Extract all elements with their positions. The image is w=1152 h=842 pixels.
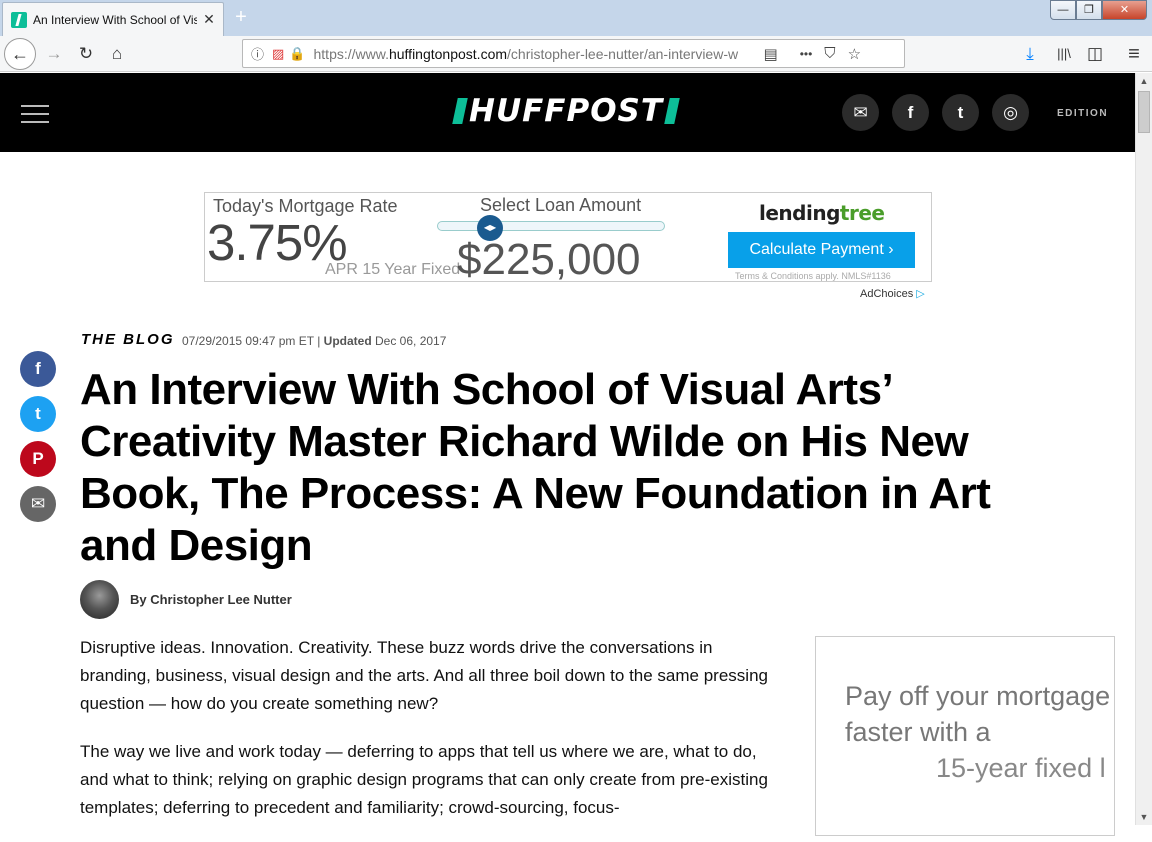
share-sidebar: f t P ✉ <box>20 351 56 531</box>
article-headline: An Interview With School of Visual Arts’… <box>80 365 991 570</box>
article-paragraph: The way we live and work today — deferri… <box>80 742 768 817</box>
tab-close-icon[interactable]: ✕ <box>201 11 217 28</box>
window-controls: — ❐ ✕ <box>1050 0 1147 20</box>
minimize-button[interactable]: — <box>1050 0 1076 20</box>
side-mortgage-ad[interactable]: Pay off your mortgage faster with a 15-y… <box>815 636 1115 836</box>
site-header: HUFFPOST ✉ f t ◎ EDITION <box>0 73 1135 152</box>
url-text[interactable]: https://www.huffingtonpost.com/christoph… <box>314 46 748 62</box>
home-button[interactable]: ⌂ <box>105 42 129 66</box>
tracking-blocked-icon[interactable]: ▨ <box>272 46 284 62</box>
calculate-payment-button[interactable]: Calculate Payment › <box>728 232 915 268</box>
author-avatar[interactable] <box>80 580 119 619</box>
ad-terms: Terms & Conditions apply. NMLS#1136 <box>735 271 891 281</box>
scroll-up-arrow-icon[interactable]: ▲ <box>1136 73 1152 89</box>
huffpost-favicon-icon <box>11 11 27 28</box>
adchoices-link[interactable]: AdChoices ▷ <box>860 287 925 300</box>
author-byline[interactable]: By Christopher Lee Nutter <box>130 592 292 607</box>
url-bar[interactable]: ⓘ ▨ 🔒 https://www.huffingtonpost.com/chr… <box>242 39 905 68</box>
browser-tab[interactable]: An Interview With School of Visual Arts … <box>2 2 224 36</box>
library-icon[interactable]: |||\ <box>1052 42 1076 66</box>
edition-selector[interactable]: EDITION <box>1057 108 1108 119</box>
reload-button[interactable]: ↻ <box>74 42 98 66</box>
maximize-button[interactable]: ❐ <box>1076 0 1102 20</box>
new-tab-button[interactable]: + <box>230 6 252 28</box>
page-actions-icon[interactable]: ••• <box>800 47 813 61</box>
forward-button[interactable]: → <box>42 42 66 66</box>
article-paragraph: Disruptive ideas. Innovation. Creativity… <box>80 638 768 713</box>
pocket-icon[interactable]: ⛉ <box>824 45 835 62</box>
share-facebook-icon[interactable]: f <box>20 351 56 387</box>
sidebar-icon[interactable]: ◫ <box>1083 42 1107 66</box>
lendingtree-logo: lendingtree <box>759 201 885 225</box>
bookmark-star-icon[interactable]: ☆ <box>848 45 861 63</box>
page-scrollbar[interactable]: ▲ ▼ <box>1135 73 1152 825</box>
article-body: Disruptive ideas. Innovation. Creativity… <box>80 634 780 842</box>
ad-loan-label: Select Loan Amount <box>480 195 642 215</box>
side-ad-line: Pay off your mortgage <box>845 681 1111 711</box>
article-date: 07/29/2015 09:47 pm ET | Updated Dec 06,… <box>182 334 447 348</box>
instagram-icon[interactable]: ◎ <box>992 94 1029 131</box>
scroll-thumb[interactable] <box>1138 91 1150 133</box>
browser-nav-bar: ← → ↻ ⌂ ⓘ ▨ 🔒 https://www.huffingtonpost… <box>0 36 1152 72</box>
share-twitter-icon[interactable]: t <box>20 396 56 432</box>
side-ad-line: faster with a <box>845 717 991 747</box>
site-info-icon[interactable]: ⓘ <box>251 44 264 63</box>
facebook-icon[interactable]: f <box>892 94 929 131</box>
scroll-down-arrow-icon[interactable]: ▼ <box>1136 809 1152 825</box>
huffpost-logo[interactable]: HUFFPOST <box>452 93 680 129</box>
share-pinterest-icon[interactable]: P <box>20 441 56 477</box>
adchoices-icon: ▷ <box>916 288 925 300</box>
tab-title: An Interview With School of Visual Arts <box>33 12 197 27</box>
reader-view-icon[interactable]: ▤ <box>764 45 778 63</box>
close-window-button[interactable]: ✕ <box>1102 0 1147 20</box>
menu-icon[interactable]: ≡ <box>1122 42 1146 66</box>
downloads-icon[interactable]: ⤓ <box>1018 42 1042 66</box>
back-button[interactable]: ← <box>4 38 36 70</box>
hamburger-menu-icon[interactable] <box>21 105 49 123</box>
mortgage-ad-banner[interactable]: Today's Mortgage Rate 3.75% APR 15 Year … <box>204 192 932 282</box>
lock-icon: 🔒 <box>289 45 306 61</box>
twitter-icon[interactable]: t <box>942 94 979 131</box>
section-label[interactable]: THE BLOG <box>81 331 175 348</box>
ad-loan-amount: $225,000 <box>457 235 641 282</box>
loan-amount-slider[interactable] <box>437 221 665 231</box>
ad-apr-label: APR 15 Year Fixed <box>325 261 461 278</box>
share-email-icon[interactable]: ✉ <box>20 486 56 522</box>
side-ad-line: 15-year fixed l <box>936 753 1106 783</box>
email-icon[interactable]: ✉ <box>842 94 879 131</box>
browser-title-bar: An Interview With School of Visual Arts … <box>0 0 1152 36</box>
